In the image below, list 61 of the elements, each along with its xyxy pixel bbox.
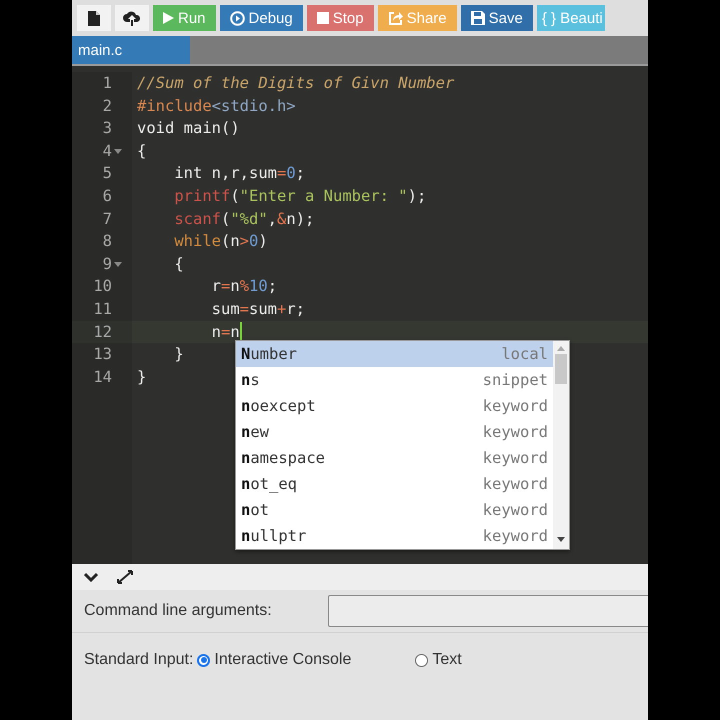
line-number: 11 xyxy=(93,298,112,320)
circle-play-icon xyxy=(230,10,245,26)
code-line: } xyxy=(173,344,184,366)
line-number: 7 xyxy=(102,208,112,230)
suggestion-item[interactable]: not keyword xyxy=(236,497,553,523)
field-label: Command line arguments: xyxy=(84,602,272,620)
expand-icon[interactable] xyxy=(116,569,134,585)
code-line: sum=sum+r; xyxy=(210,298,306,320)
suggestion-item[interactable]: new keyword xyxy=(236,419,553,445)
line-number: 4 xyxy=(102,140,112,162)
play-icon xyxy=(163,12,174,24)
radio-option[interactable]: Interactive Console xyxy=(197,651,352,669)
command-line-arguments-field[interactable] xyxy=(328,595,648,627)
text-cursor xyxy=(240,322,242,342)
fold-arrow-icon[interactable] xyxy=(114,148,122,154)
code-line: void main() xyxy=(136,118,240,140)
line-number: 14 xyxy=(93,366,112,388)
code-line: int n,r,sum=0; xyxy=(173,163,306,184)
cloud-upload-icon xyxy=(123,10,141,26)
suggestion-item[interactable]: Number local xyxy=(236,341,553,367)
chevron-down-icon[interactable] xyxy=(84,572,98,582)
scrollbar-thumb[interactable] xyxy=(555,354,567,384)
suggestion-item[interactable]: noexcept keyword xyxy=(236,393,553,419)
radio-option[interactable]: Text xyxy=(415,651,462,669)
line-number: 3 xyxy=(102,118,112,140)
upload-button[interactable] xyxy=(115,5,149,31)
file-tab[interactable]: main.c xyxy=(72,36,190,64)
scroll-down-arrow-icon[interactable] xyxy=(557,537,565,543)
line-number: 9 xyxy=(102,254,112,275)
fold-arrow-icon[interactable] xyxy=(114,262,122,267)
line-number: 6 xyxy=(102,186,112,207)
file-icon xyxy=(88,10,100,26)
suggestion-item[interactable]: nullptr keyword xyxy=(236,523,553,549)
line-number: 8 xyxy=(102,231,112,252)
toolbar-button[interactable]: Debug xyxy=(220,5,303,31)
code-line: { xyxy=(173,254,184,275)
code-line: { xyxy=(136,140,146,162)
suggestion-item[interactable]: not_eq keyword xyxy=(236,471,553,497)
code-line: //Sum of the Digits of Givn Number xyxy=(136,73,454,94)
stop-icon xyxy=(316,12,329,24)
scrollbar[interactable] xyxy=(553,341,569,549)
suggestion-item[interactable]: namespace keyword xyxy=(236,445,553,471)
code-editor[interactable] xyxy=(72,66,648,564)
code-line: } xyxy=(136,366,146,388)
line-number: 10 xyxy=(93,276,112,298)
toolbar-button[interactable]: Save xyxy=(460,5,533,31)
code-line: scanf("%d",&n); xyxy=(173,208,314,230)
code-line: printf("Enter a Number: "); xyxy=(173,186,426,207)
suggestion-item[interactable]: ns snippet xyxy=(236,367,553,393)
line-number: 13 xyxy=(93,344,112,366)
field-label: Standard Input: xyxy=(84,651,194,669)
line-number: 5 xyxy=(102,163,112,184)
code-line: #include<stdio.h> xyxy=(136,96,296,117)
code-line: while(n>0) xyxy=(173,231,268,252)
code-line: n=n xyxy=(210,322,240,343)
line-number: 2 xyxy=(102,96,112,117)
new-file-button[interactable] xyxy=(77,5,111,31)
line-number: 12 xyxy=(93,322,112,343)
code-line: r=n%10; xyxy=(210,276,278,298)
share-icon xyxy=(388,10,403,26)
line-number: 1 xyxy=(102,73,112,94)
